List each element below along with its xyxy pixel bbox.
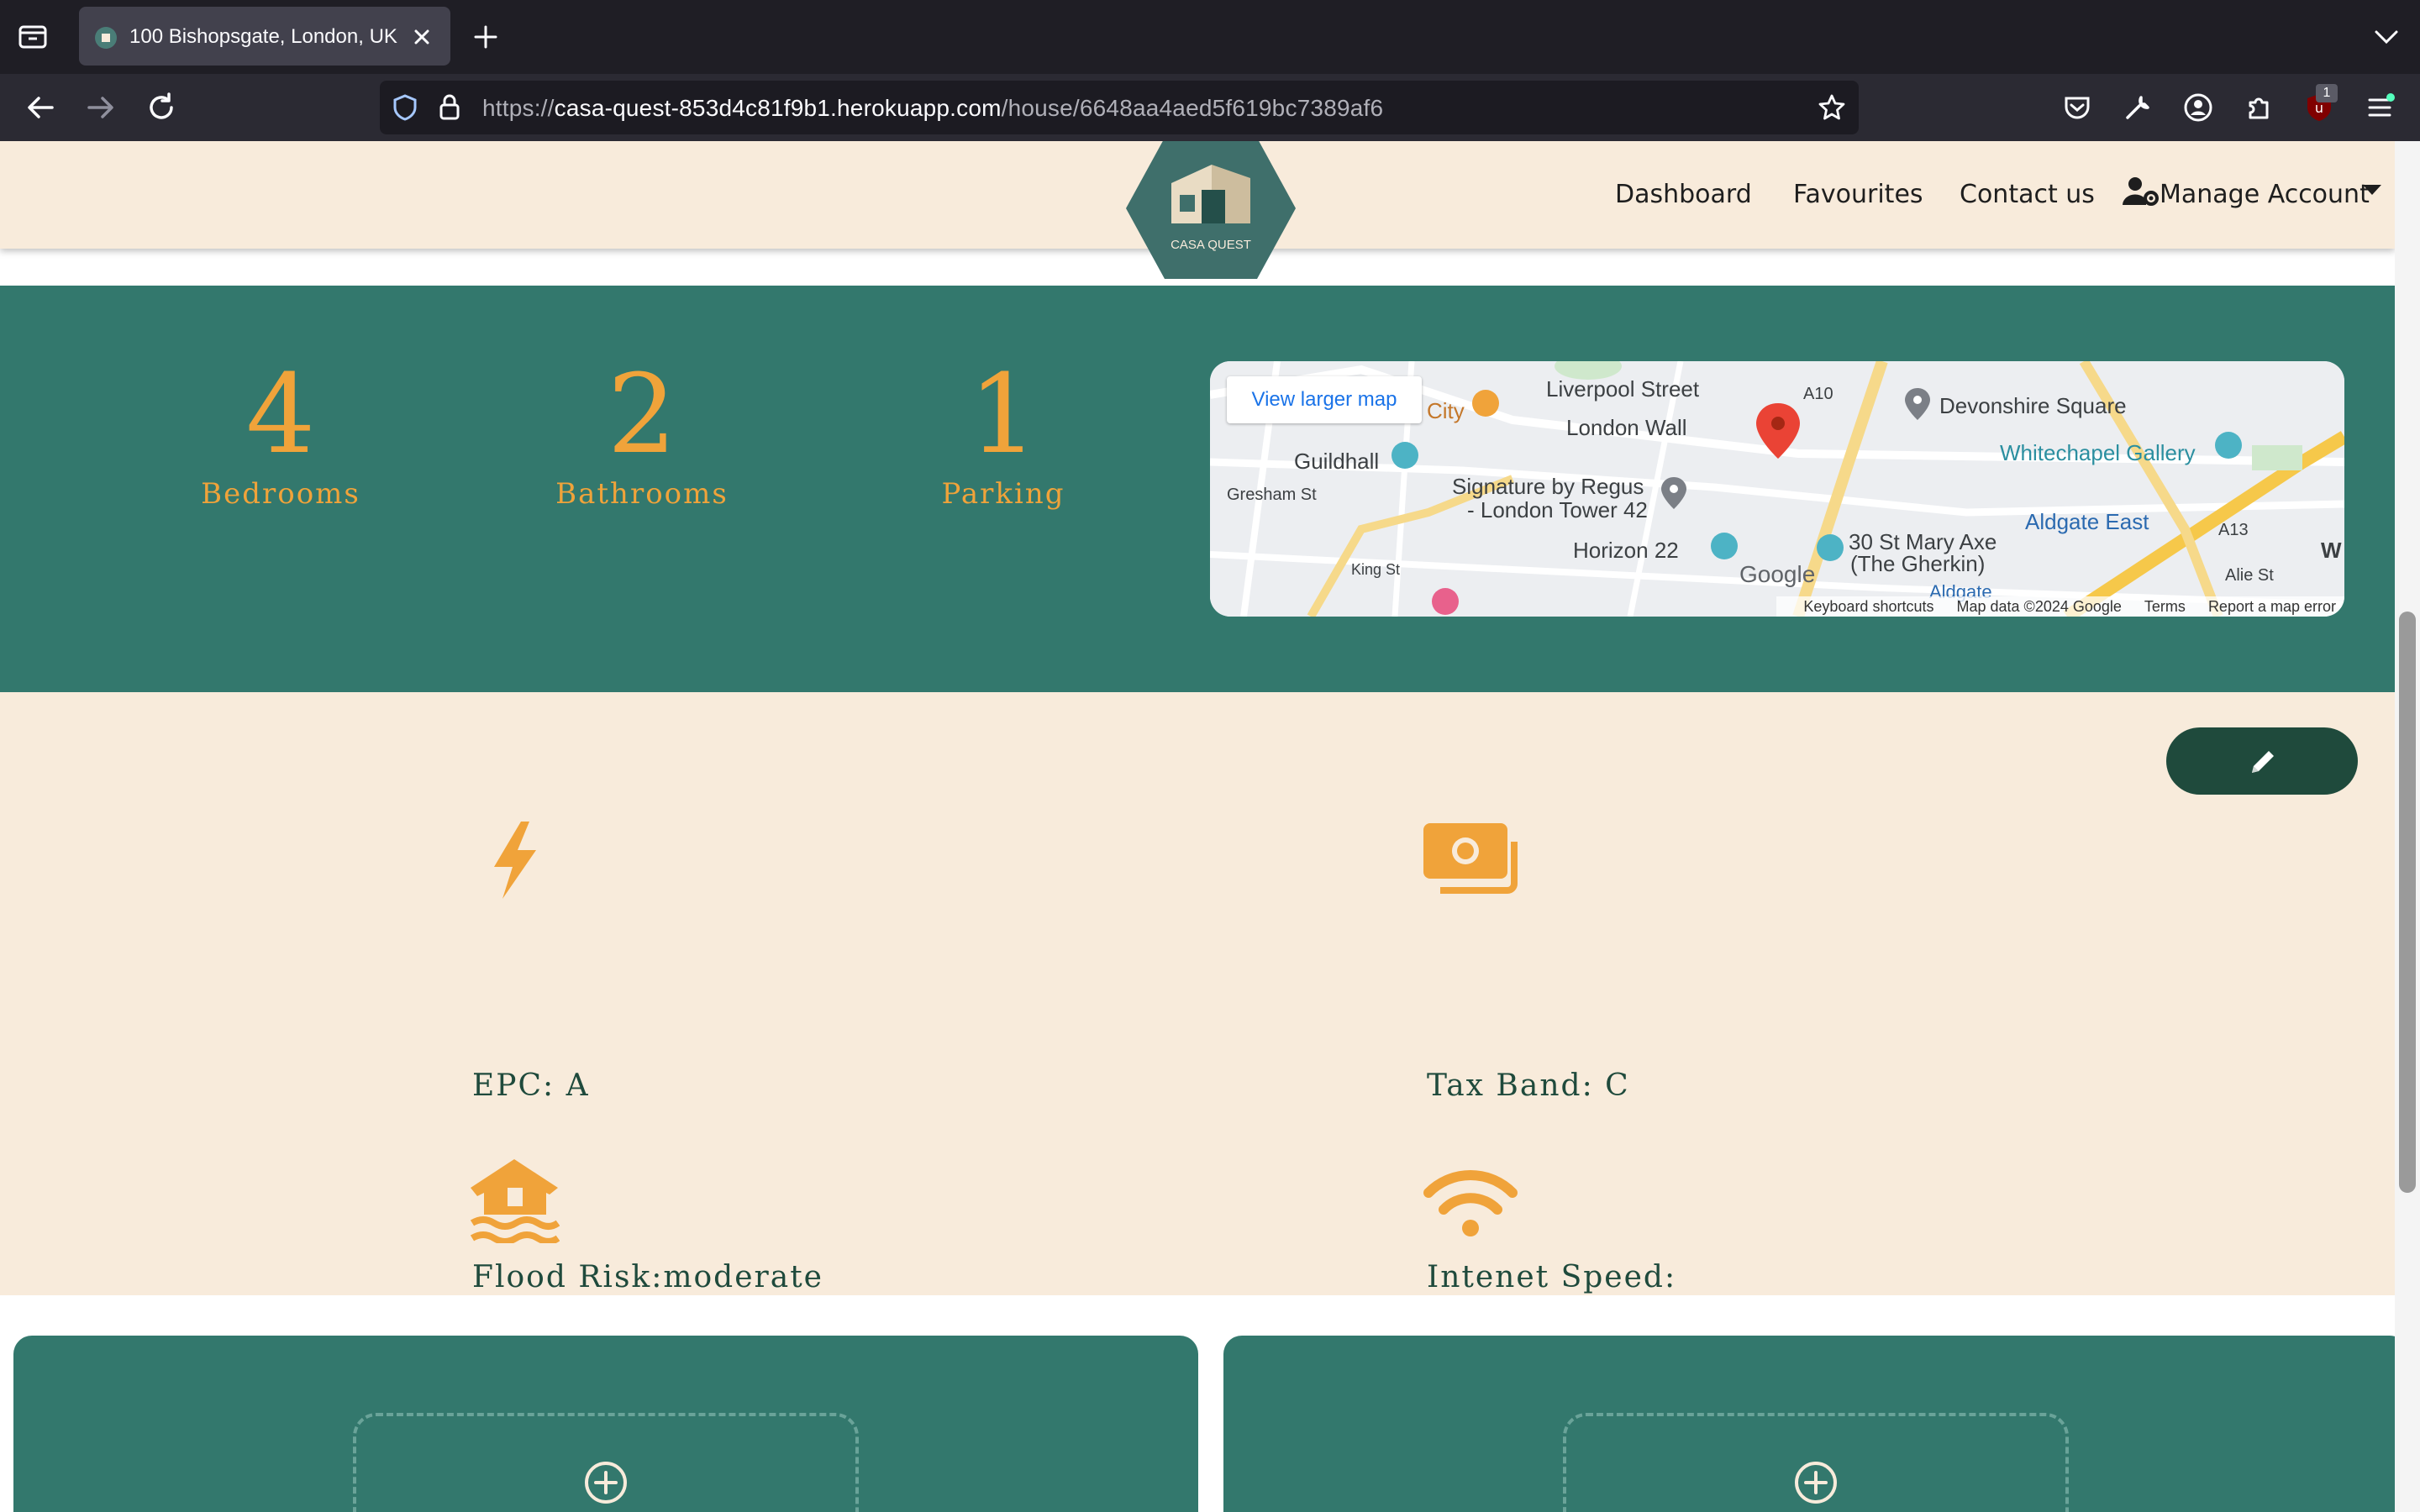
lightning-bolt-icon [491, 822, 539, 903]
property-stats-band: 4 Bedrooms 2 Bathrooms 1 Parking View la… [0, 286, 2395, 692]
account-icon[interactable] [2181, 91, 2215, 124]
stat-label: Bedrooms [201, 477, 360, 511]
casa-quest-logo[interactable]: CASA QUEST [1124, 141, 1297, 296]
address-bar[interactable]: https://casa-quest-853d4c81f9b1.herokuap… [380, 81, 1859, 134]
internet-speed-label: Intenet Speed: [1427, 1260, 1677, 1294]
google-logo: Google [1739, 561, 1816, 587]
map-label-devonshire: Devonshire Square [1939, 393, 2127, 418]
map-terms-link[interactable]: Terms [2144, 598, 2186, 615]
image-upload-card [13, 1336, 1198, 1512]
house-flood-icon [470, 1159, 560, 1247]
embedded-map[interactable]: View larger map Liverpool Street Devonsh… [1210, 361, 2344, 617]
stat-bedrooms: 4 Bedrooms [155, 351, 407, 511]
stat-label: Bathrooms [555, 477, 729, 511]
map-label-guildhall: Guildhall [1294, 449, 1380, 474]
stat-label: Parking [941, 477, 1065, 511]
map-label-signature: Signature by Regus [1452, 474, 1644, 499]
user-gear-icon[interactable] [2123, 175, 2160, 208]
report-map-error-link[interactable]: Report a map error [2208, 598, 2336, 615]
epc-label: EPC: A [472, 1068, 590, 1103]
caret-down-icon[interactable] [2363, 185, 2381, 197]
shield-icon[interactable] [390, 92, 420, 123]
map-label-alie-st: Alie St [2225, 566, 2274, 585]
nav-favourites[interactable]: Favourites [1793, 180, 1923, 209]
wifi-icon [1423, 1168, 1518, 1242]
nav-manage-account[interactable]: Manage Account [2160, 180, 2370, 209]
map-label-city: City [1427, 398, 1465, 423]
keyboard-shortcuts-link[interactable]: Keyboard shortcuts [1803, 598, 1933, 615]
map-label-whitechapel: Whitechapel Gallery [2000, 440, 2196, 465]
stat-bathrooms: 2 Bathrooms [516, 351, 768, 511]
tax-band-label: Tax Band: C [1427, 1068, 1630, 1103]
menu-hamburger-icon[interactable] [2363, 91, 2396, 124]
image-upload-card [1223, 1336, 2395, 1512]
active-tab[interactable]: 100 Bishopsgate, London, UK [79, 7, 450, 66]
map-label-gresham: Gresham St [1227, 486, 1317, 504]
scrollbar-thumb[interactable] [2399, 612, 2416, 1193]
wrench-icon[interactable] [2121, 91, 2154, 124]
page-viewport: CASA QUEST Dashboard Favourites Contact … [0, 141, 2395, 1512]
back-arrow-icon[interactable] [22, 89, 59, 126]
map-label-aldgate-east: Aldgate East [2025, 509, 2149, 534]
logo-text: CASA QUEST [1171, 238, 1251, 252]
plus-circle-icon[interactable] [1793, 1460, 1839, 1505]
map-label-london-wall: London Wall [1566, 415, 1687, 440]
plus-circle-icon[interactable] [583, 1460, 629, 1505]
site-header: CASA QUEST Dashboard Favourites Contact … [0, 141, 2395, 279]
pencil-icon [2252, 751, 2274, 773]
reload-icon[interactable] [143, 89, 180, 126]
stat-value: 2 [607, 350, 677, 478]
map-label-gherkin: (The Gherkin) [1850, 551, 1986, 576]
map-label-horizon: Horizon 22 [1573, 538, 1679, 563]
map-label-w: W [2321, 538, 2342, 563]
bookmark-star-icon[interactable] [1817, 92, 1847, 123]
tab-title: 100 Bishopsgate, London, UK [129, 25, 397, 48]
stat-parking: 1 Parking [877, 351, 1129, 511]
money-bill-icon [1423, 823, 1518, 898]
new-tab-icon[interactable] [471, 22, 501, 52]
site-favicon-icon [94, 26, 118, 50]
chevron-down-icon[interactable] [2371, 24, 2402, 50]
lock-icon[interactable] [435, 92, 464, 123]
property-details: EPC: A Tax Band: C Flood Risk:moderate I… [0, 692, 2395, 1295]
map-footer: Keyboard shortcuts Map data ©2024 Google… [1776, 596, 2344, 617]
view-larger-map-link[interactable]: View larger map [1227, 376, 1422, 423]
stat-value: 4 [245, 350, 316, 478]
map-label-a10: A10 [1803, 385, 1833, 403]
browser-nav-bar: https://casa-quest-853d4c81f9b1.herokuap… [0, 74, 2420, 141]
browser-tab-bar: 100 Bishopsgate, London, UK [0, 0, 2420, 74]
map-data-label: Map data ©2024 Google [1956, 598, 2122, 615]
map-label-signature-2: - London Tower 42 [1467, 497, 1648, 522]
forward-arrow-icon[interactable] [82, 89, 119, 126]
map-label-liverpool: Liverpool Street [1546, 376, 1700, 402]
map-label-a13: A13 [2218, 521, 2249, 539]
flood-risk-label: Flood Risk:moderate [472, 1260, 823, 1294]
pocket-icon[interactable] [2060, 91, 2094, 124]
edit-button[interactable] [2166, 727, 2358, 795]
close-tab-icon[interactable] [408, 24, 435, 50]
stat-value: 1 [968, 350, 1039, 478]
url-text[interactable]: https://casa-quest-853d4c81f9b1.herokuap… [482, 95, 1383, 122]
nav-contact-us[interactable]: Contact us [1960, 180, 2095, 209]
map-label-king-st: King St [1351, 561, 1401, 578]
tab-list-icon[interactable] [15, 20, 52, 54]
nav-dashboard[interactable]: Dashboard [1615, 180, 1752, 209]
extension-badge: 1 [2316, 84, 2338, 102]
extensions-puzzle-icon[interactable] [2242, 91, 2275, 124]
